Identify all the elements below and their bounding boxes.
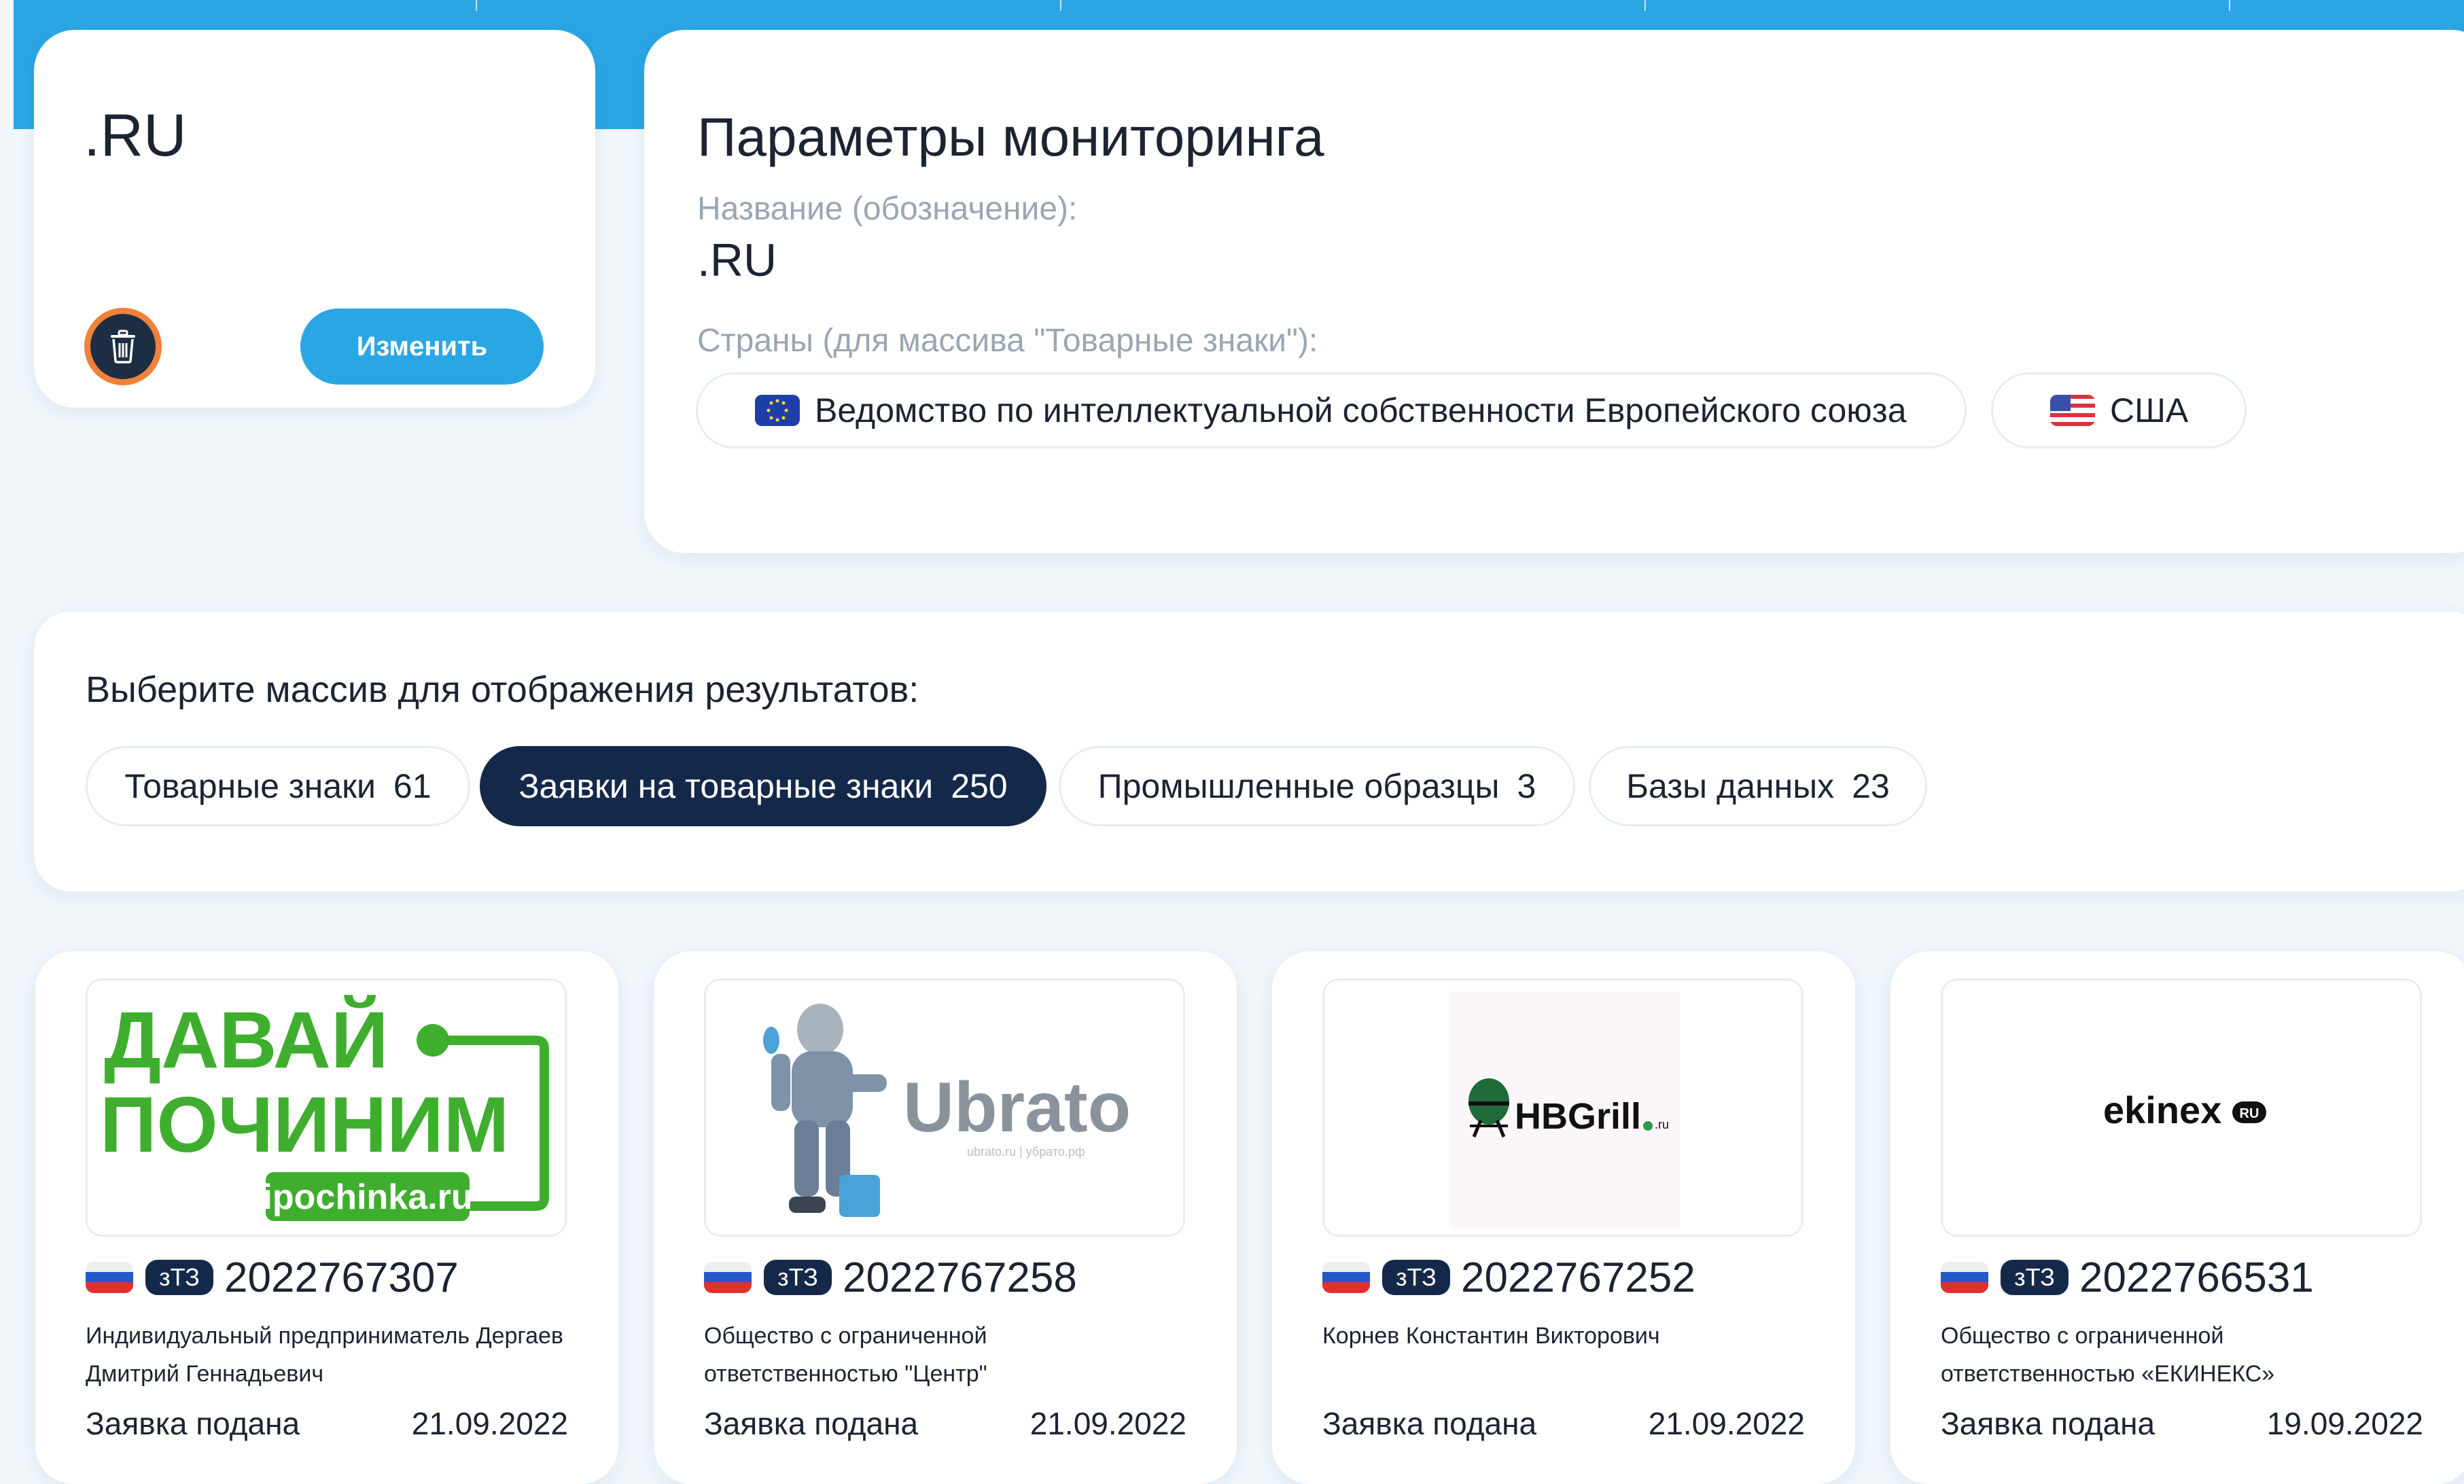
country-chip-label: США [2110, 391, 2189, 429]
status-date: 21.09.2022 [1648, 1406, 1805, 1441]
result-card[interactable]: ДАВАЙ ПОЧИНИМ ipochinka.ru зТЗ 202276730… [35, 951, 618, 1484]
logo-text: ПОЧИНИМ [100, 1080, 509, 1169]
trademark-logo: Ubrato ubrato.ru | убрато.рф [704, 978, 1185, 1237]
application-row: зТЗ 2022767307 [86, 1250, 459, 1305]
application-number: 2022767307 [224, 1254, 459, 1301]
type-badge: зТЗ [764, 1260, 832, 1295]
type-badge: зТЗ [1382, 1260, 1450, 1295]
monitoring-params-card: Параметры мониторинга Название (обозначе… [644, 30, 2464, 553]
status-label: Заявка подана [1941, 1406, 2155, 1441]
result-set-card: Выберите массив для отображения результа… [34, 612, 2464, 891]
application-number: 2022766531 [2079, 1254, 2314, 1301]
tab-count: 61 [393, 767, 432, 805]
countries-label: Страны (для массива "Товарные знаки"): [697, 323, 1318, 359]
ru-flag-icon [1322, 1262, 1370, 1293]
name-label: Название (обозначение): [697, 191, 1078, 227]
watch-card: .RU Изменить [34, 30, 595, 408]
edit-button[interactable]: Изменить [300, 308, 544, 385]
us-flag-icon [2050, 395, 2095, 426]
type-badge: зТЗ [2001, 1260, 2069, 1295]
tab-label: Промышленные образцы [1097, 767, 1500, 805]
tab-count: 23 [1852, 767, 1890, 805]
trash-icon [111, 330, 135, 364]
status-label: Заявка подана [1322, 1406, 1537, 1441]
country-chip-eu[interactable]: Ведомство по интеллектуальной собственно… [696, 372, 1967, 448]
ru-flag-icon [86, 1262, 133, 1293]
tab-trademarks[interactable]: Товарные знаки 61 [86, 746, 470, 826]
owner-name: Корнев Константин Викторович [1322, 1323, 1660, 1349]
trademark-logo: ekinex RU [1941, 978, 2422, 1237]
logo-text: ДАВАЙ [104, 994, 389, 1085]
owner-name: Общество с ограниченной ответственностью… [1941, 1323, 2275, 1387]
logo-text: RU [2240, 1106, 2259, 1121]
application-row: зТЗ 2022767252 [1322, 1250, 1695, 1305]
tab-count: 250 [951, 767, 1008, 805]
band-divider [2229, 0, 2230, 11]
tab-label: Товарные знаки [124, 767, 376, 805]
name-value: .RU [697, 234, 777, 286]
tab-count: 3 [1517, 767, 1536, 805]
status-label: Заявка подана [704, 1406, 919, 1441]
tab-industrial-designs[interactable]: Промышленные образцы 3 [1059, 746, 1575, 826]
tab-label: Заявки на товарные знаки [518, 767, 934, 805]
owner-name: Общество с ограниченной ответственностью… [704, 1323, 987, 1387]
logo-text: ubrato.ru | убрато.рф [967, 1145, 1085, 1159]
country-chip-us[interactable]: США [1991, 372, 2247, 448]
application-number: 2022767258 [843, 1254, 1077, 1301]
status-row: Заявка подана 21.09.2022 [86, 1405, 568, 1442]
logo-text: HBGrill [1515, 1096, 1641, 1137]
country-chip-label: Ведомство по интеллектуальной собственно… [815, 391, 1907, 429]
params-heading: Параметры мониторинга [697, 107, 1324, 167]
logo-text: .ru [1655, 1118, 1669, 1131]
band-divider [1060, 0, 1061, 11]
status-label: Заявка подана [86, 1406, 300, 1441]
type-badge: зТЗ [145, 1260, 213, 1295]
status-row: Заявка подана 19.09.2022 [1941, 1405, 2423, 1442]
band-divider [476, 0, 477, 11]
application-row: зТЗ 2022767258 [704, 1250, 1077, 1305]
logo-text: Ubrato [903, 1068, 1131, 1147]
logo-text: ipochinka.ru [262, 1178, 472, 1217]
result-card[interactable]: Ubrato ubrato.ru | убрато.рф зТЗ 2022767… [654, 951, 1237, 1484]
tab-label: Базы данных [1626, 767, 1835, 805]
watch-title: .RU [84, 101, 187, 169]
ru-flag-icon [704, 1262, 752, 1293]
logo-text: ekinex [2103, 1089, 2221, 1131]
eu-flag-icon [755, 395, 800, 426]
ru-flag-icon [1941, 1262, 1988, 1293]
status-date: 19.09.2022 [2266, 1406, 2423, 1441]
application-number: 2022767252 [1461, 1254, 1695, 1301]
owner-name: Индивидуальный предприниматель Деpгаев Д… [86, 1323, 563, 1387]
band-divider [1644, 0, 1646, 11]
status-row: Заявка подана 21.09.2022 [1322, 1405, 1805, 1442]
status-date: 21.09.2022 [1029, 1406, 1186, 1441]
tab-trademark-applications[interactable]: Заявки на товарные знаки 250 [480, 746, 1046, 826]
application-row: зТЗ 2022766531 [1941, 1250, 2314, 1305]
result-card[interactable]: ekinex RU зТЗ 2022766531 Общество с огра… [1890, 951, 2464, 1484]
result-card[interactable]: HBGrill .ru зТЗ 2022767252 Корнев Конста… [1272, 951, 1855, 1484]
worker-mascot-icon [763, 1004, 887, 1217]
result-set-prompt: Выберите массив для отображения результа… [86, 669, 919, 710]
status-row: Заявка подана 21.09.2022 [704, 1405, 1186, 1442]
trademark-logo: HBGrill .ru [1322, 978, 1803, 1237]
trademark-logo: ДАВАЙ ПОЧИНИМ ipochinka.ru [86, 978, 567, 1237]
tab-databases[interactable]: Базы данных 23 [1589, 746, 1927, 826]
status-date: 21.09.2022 [411, 1406, 568, 1441]
delete-button[interactable] [84, 308, 162, 385]
